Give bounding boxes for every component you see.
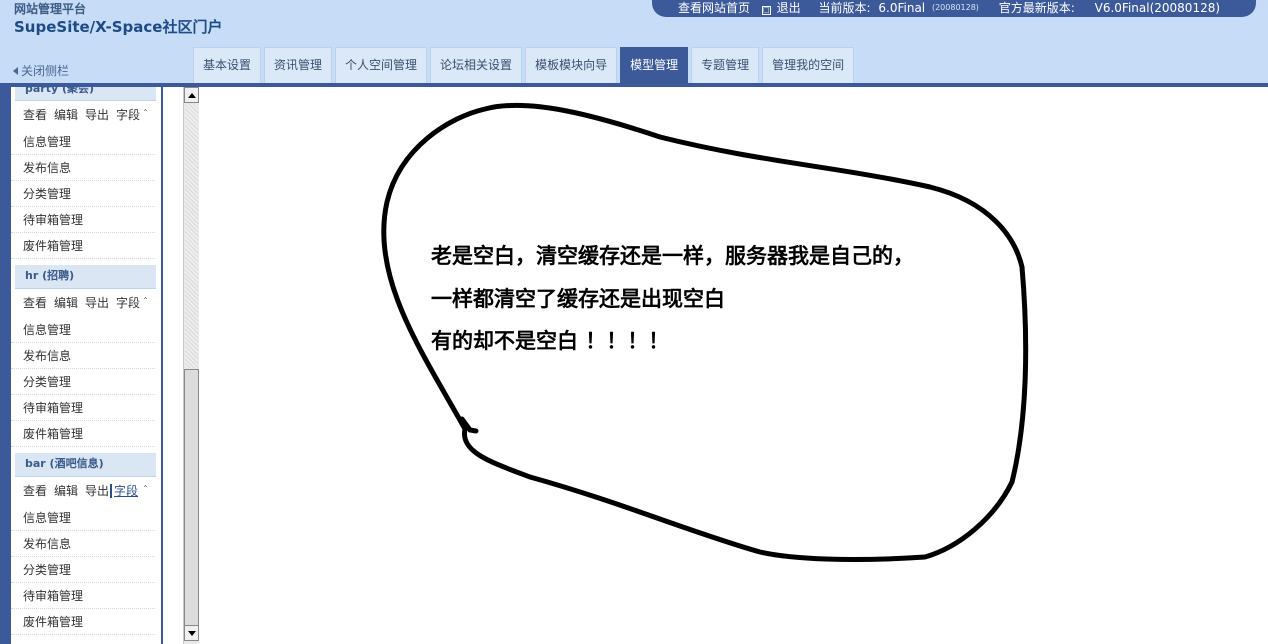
action-fields[interactable]: 字段: [116, 108, 140, 122]
sidebar: party (聚会) 查看 编辑 导出 字段 ˆ 信息管理 发布信息 分类管理 待审箱…: [11, 87, 161, 644]
action-fields[interactable]: 字段: [110, 484, 139, 498]
main-tabs: 基本设置 资讯管理 个人空间管理 论坛相关设置 模板模块向导 模型管理 专题管理…: [193, 47, 855, 83]
note-text-line: 一样都清空了缓存还是出现空白: [431, 287, 725, 311]
sidebar-item-publish-info[interactable]: 发布信息: [11, 343, 155, 369]
logout-link[interactable]: 退出: [777, 0, 801, 19]
action-fields[interactable]: 字段: [116, 296, 140, 310]
sidebar-item-category-management[interactable]: 分类管理: [11, 181, 155, 207]
sidebar-item-trash-box[interactable]: 废件箱管理: [11, 421, 155, 447]
sidebar-item-trash-box[interactable]: 废件箱管理: [11, 233, 155, 259]
action-export[interactable]: 导出: [85, 484, 109, 498]
sidebar-item-publish-info[interactable]: 发布信息: [11, 155, 155, 181]
action-edit[interactable]: 编辑: [54, 296, 78, 310]
action-view[interactable]: 查看: [23, 296, 47, 310]
sidebar-scrollbar[interactable]: [183, 87, 199, 644]
collapse-caret-icon[interactable]: ˆ: [143, 477, 148, 505]
sidebar-group-actions: 查看 编辑 导出 字段 ˆ: [11, 477, 161, 505]
latest-version: V6.0Final(20080128): [1094, 1, 1221, 15]
tab-basic-settings[interactable]: 基本设置: [193, 47, 262, 83]
view-site-link[interactable]: 查看网站首页: [678, 0, 750, 19]
action-edit[interactable]: 编辑: [54, 484, 78, 498]
action-view[interactable]: 查看: [23, 108, 47, 122]
note-text-line: 老是空白，清空缓存还是一样，服务器我是自己的，: [431, 244, 914, 268]
logout-icon[interactable]: □: [761, 6, 771, 15]
sidebar-item-pending-box[interactable]: 待审箱管理: [11, 395, 155, 421]
header: 网站管理平台 SupeSite/X-Space社区门户 查看网站首页 □ 退出 …: [0, 0, 1268, 84]
collapse-sidebar-label: 关闭侧栏: [21, 64, 70, 78]
arrow-left-icon: [13, 67, 18, 75]
tab-model-management[interactable]: 模型管理: [620, 47, 689, 83]
arrow-down-icon: [188, 631, 196, 636]
sidebar-item-info-management[interactable]: 信息管理: [11, 317, 155, 343]
collapse-sidebar-link[interactable]: 关闭侧栏: [13, 62, 69, 79]
scroll-thumb[interactable]: [184, 369, 199, 627]
action-export[interactable]: 导出: [85, 108, 109, 122]
main-content: 老是空白，清空缓存还是一样，服务器我是自己的， 一样都清空了缓存还是出现空白 有…: [200, 87, 1268, 644]
current-version: 6.0Final: [878, 1, 926, 15]
sidebar-item-trash-box[interactable]: 废件箱管理: [11, 609, 155, 635]
tab-news-management[interactable]: 资讯管理: [264, 47, 333, 83]
sidebar-group-header[interactable]: party (聚会): [15, 87, 156, 101]
sidebar-item-info-management[interactable]: 信息管理: [11, 505, 155, 531]
arrow-up-icon: [188, 93, 196, 98]
sidebar-item-info-management[interactable]: 信息管理: [11, 129, 155, 155]
action-view[interactable]: 查看: [23, 484, 47, 498]
latest-version-label: 官方最新版本:: [998, 1, 1075, 15]
tab-forum-settings[interactable]: 论坛相关设置: [430, 47, 523, 83]
sidebar-group-actions: 查看 编辑 导出 字段 ˆ: [11, 101, 161, 129]
tab-template-wizard[interactable]: 模板模块向导: [525, 47, 618, 83]
scroll-track[interactable]: [185, 104, 198, 368]
collapse-caret-icon[interactable]: ˆ: [143, 289, 148, 317]
tab-my-space[interactable]: 管理我的空间: [762, 47, 855, 83]
sidebar-group-header[interactable]: bar (酒吧信息): [15, 453, 156, 477]
sidebar-item-category-management[interactable]: 分类管理: [11, 557, 155, 583]
sidebar-group-header[interactable]: hr (招聘): [15, 265, 156, 289]
action-edit[interactable]: 编辑: [54, 108, 78, 122]
sidebar-item-category-management[interactable]: 分类管理: [11, 369, 155, 395]
action-export[interactable]: 导出: [85, 296, 109, 310]
collapse-caret-icon[interactable]: ˆ: [143, 101, 148, 129]
current-build: (20080128): [931, 3, 979, 12]
sidebar-item-pending-box[interactable]: 待审箱管理: [11, 583, 155, 609]
sidebar-group-actions: 查看 编辑 导出 字段 ˆ: [11, 289, 161, 317]
sidebar-item-pending-box[interactable]: 待审箱管理: [11, 207, 155, 233]
current-version-label: 当前版本:: [818, 1, 871, 15]
sidebar-item-publish-info[interactable]: 发布信息: [11, 531, 155, 557]
scroll-down-button[interactable]: [184, 625, 199, 641]
top-bar: 查看网站首页 □ 退出 当前版本: 6.0Final (20080128) 官方…: [652, 0, 1256, 17]
tab-personal-space[interactable]: 个人空间管理: [335, 47, 428, 83]
note-text-line: 有的却不是空白 ！！！！: [431, 329, 670, 353]
scroll-up-button[interactable]: [184, 87, 199, 103]
brand-title: SupeSite/X-Space社区门户: [14, 18, 223, 36]
brand-subtitle: 网站管理平台: [14, 2, 87, 16]
hand-drawn-circle-annotation: [381, 102, 1029, 562]
tab-topic-management[interactable]: 专题管理: [691, 47, 760, 83]
